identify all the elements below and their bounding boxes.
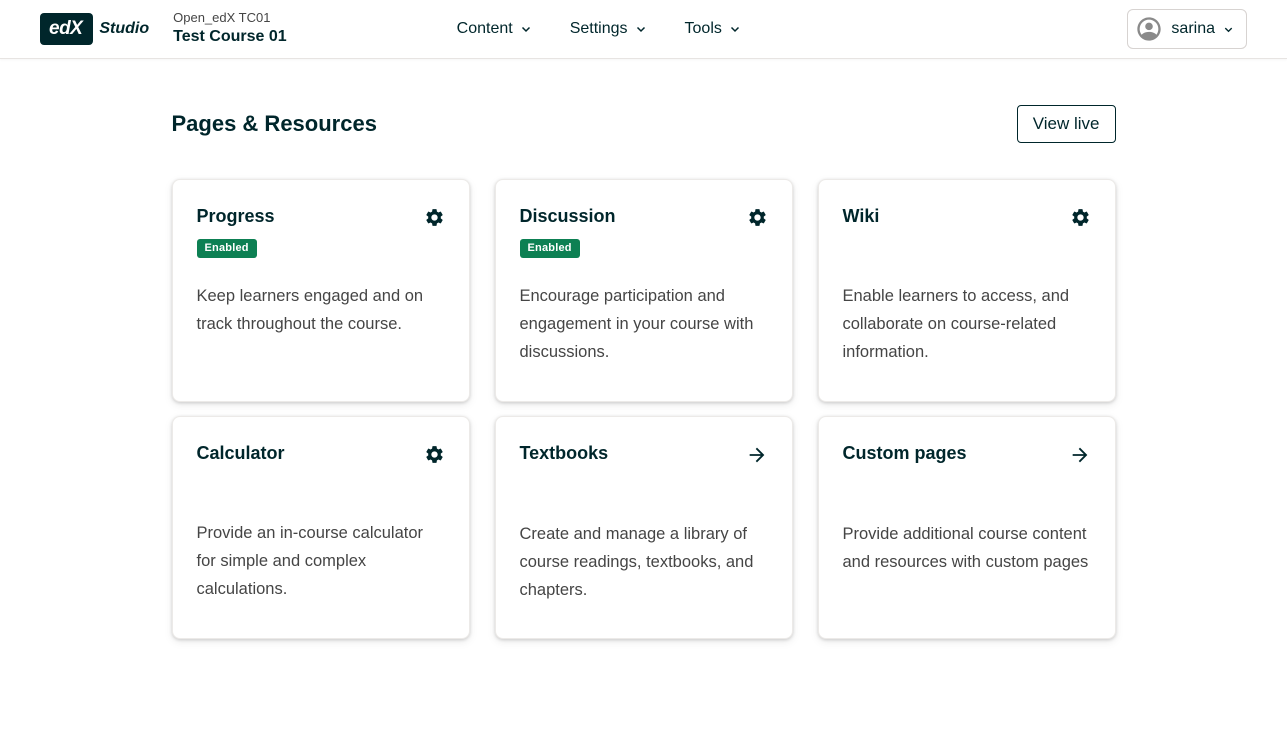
card-custom-pages[interactable]: Custom pages Provide additional course c… [818,416,1116,639]
card-textbooks[interactable]: Textbooks Create and manage a library of… [495,416,793,639]
card-description: Create and manage a library of course re… [520,520,768,604]
card-description: Encourage participation and engagement i… [520,282,768,366]
chevron-down-icon [729,23,741,35]
settings-button[interactable] [747,207,768,228]
arrow-right-icon [746,444,768,466]
chevron-down-icon [520,23,532,35]
card-progress[interactable]: Progress Enabled Keep learners engaged a… [172,179,470,402]
course-meta: Open_edX TC01 Test Course 01 [173,10,287,48]
cards-grid: Progress Enabled Keep learners engaged a… [172,179,1116,639]
card-description: Provide additional course content and re… [843,520,1091,576]
edx-logo: edX [40,13,93,45]
card-title: Custom pages [843,443,967,464]
studio-logo[interactable]: edX Studio [40,13,149,45]
main-nav: Content Settings Tools [455,14,743,44]
card-discussion[interactable]: Discussion Enabled Encourage participati… [495,179,793,402]
card-title: Textbooks [520,443,609,464]
status-badge: Enabled [197,239,257,258]
card-title: Discussion [520,206,616,227]
top-header: edX Studio Open_edX TC01 Test Course 01 … [0,0,1287,59]
card-description: Enable learners to access, and collabora… [843,282,1091,366]
gear-icon [424,207,445,228]
settings-button[interactable] [1070,207,1091,228]
nav-content[interactable]: Content [455,14,534,44]
card-description: Keep learners engaged and on track throu… [197,282,445,338]
avatar-icon [1135,15,1163,43]
gear-icon [424,444,445,465]
card-wiki[interactable]: Wiki Enable learners to access, and coll… [818,179,1116,402]
page-header: Pages & Resources View live [172,105,1116,143]
open-page-button[interactable] [746,444,768,466]
chevron-down-icon [1223,24,1234,35]
nav-settings[interactable]: Settings [568,14,649,44]
nav-content-label: Content [457,20,513,38]
arrow-right-icon [1069,444,1091,466]
card-title: Progress [197,206,275,227]
card-calculator[interactable]: Calculator Provide an in-course calculat… [172,416,470,639]
page-title: Pages & Resources [172,111,377,137]
course-org: Open_edX TC01 [173,10,287,27]
nav-settings-label: Settings [570,20,628,38]
gear-icon [747,207,768,228]
settings-button[interactable] [424,207,445,228]
view-live-button[interactable]: View live [1017,105,1116,143]
user-menu-button[interactable]: sarina [1127,9,1247,49]
nav-tools[interactable]: Tools [683,14,743,44]
nav-tools-label: Tools [685,20,722,38]
gear-icon [1070,207,1091,228]
open-page-button[interactable] [1069,444,1091,466]
status-badge: Enabled [520,239,580,258]
main-content: Pages & Resources View live Progress Ena… [172,105,1116,699]
user-name: sarina [1171,20,1215,38]
course-title: Test Course 01 [173,27,287,48]
chevron-down-icon [635,23,647,35]
card-description: Provide an in-course calculator for simp… [197,519,445,603]
studio-logo-label: Studio [99,20,149,38]
settings-button[interactable] [424,444,445,465]
card-title: Wiki [843,206,880,227]
card-title: Calculator [197,443,285,464]
